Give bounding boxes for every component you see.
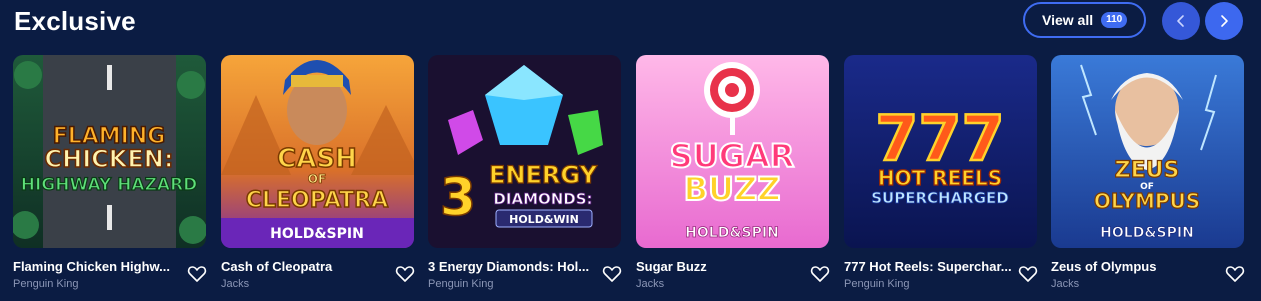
game-title[interactable]: Flaming Chicken Highw... xyxy=(13,259,183,274)
game-thumbnail[interactable]: 3 ENERGY DIAMONDS: HOLD&WIN xyxy=(428,55,621,248)
art-line-3: CLEOPATRA xyxy=(246,188,388,213)
game-card-777-hot-reels[interactable]: 777 HOT REELS SUPERCHARGED 777 Hot Reels… xyxy=(844,55,1038,295)
game-card-3-energy-diamonds[interactable]: 3 ENERGY DIAMONDS: HOLD&WIN 3 Energy Dia… xyxy=(428,55,622,295)
art-line-1: ZEUS xyxy=(1115,158,1180,183)
game-card-zeus-of-olympus[interactable]: ZEUS OF OLYMPUS HOLD&SPIN Zeus of Olympu… xyxy=(1051,55,1245,295)
art-line-1: CASH xyxy=(277,144,357,174)
game-thumbnail[interactable]: 777 HOT REELS SUPERCHARGED xyxy=(844,55,1037,248)
art-line-3: DIAMONDS: xyxy=(493,190,592,208)
game-provider: Jacks xyxy=(221,278,250,290)
game-provider: Jacks xyxy=(1051,278,1080,290)
game-provider: Penguin King xyxy=(844,278,910,290)
art-line-2: CHICKEN: xyxy=(45,145,174,173)
art-badge: HOLD&SPIN xyxy=(270,226,364,242)
art-line-2: ENERGY xyxy=(489,161,598,189)
art-badge: HOLD&SPIN xyxy=(1100,225,1194,241)
view-all-label: View all xyxy=(1042,12,1094,28)
game-thumbnail[interactable]: ZEUS OF OLYMPUS HOLD&SPIN xyxy=(1051,55,1244,248)
art-line-1: 3 xyxy=(440,168,476,228)
art-line-2: BUZZ xyxy=(684,170,781,208)
chevron-right-icon xyxy=(1221,15,1228,27)
game-thumbnail[interactable]: FLAMING CHICKEN: HIGHWAY HAZARD xyxy=(13,55,206,248)
section-title: Exclusive xyxy=(14,6,136,36)
chevron-left-icon xyxy=(1177,15,1184,27)
game-provider: Penguin King xyxy=(428,278,494,290)
heart-icon[interactable] xyxy=(810,264,830,284)
game-card-cash-of-cleopatra[interactable]: CASH OF CLEOPATRA HOLD&SPIN Cash of Cleo… xyxy=(221,55,415,295)
heart-icon[interactable] xyxy=(1018,264,1038,284)
game-provider: Penguin King xyxy=(13,278,79,290)
game-title[interactable]: Cash of Cleopatra xyxy=(221,259,391,274)
games-carousel: FLAMING CHICKEN: HIGHWAY HAZARD Flaming … xyxy=(0,55,1261,301)
heart-icon[interactable] xyxy=(1225,264,1245,284)
game-title[interactable]: Zeus of Olympus xyxy=(1051,259,1221,274)
game-thumbnail[interactable]: SUGAR BUZZ HOLD&SPIN xyxy=(636,55,829,248)
heart-icon[interactable] xyxy=(602,264,622,284)
section-header: Exclusive View all 110 xyxy=(0,0,1261,46)
game-title[interactable]: 3 Energy Diamonds: Hol... xyxy=(428,259,598,274)
art-line-2: HOT REELS xyxy=(878,166,1002,190)
art-line-2: OF xyxy=(308,172,326,186)
game-card-sugar-buzz[interactable]: SUGAR BUZZ HOLD&SPIN Sugar Buzz Jacks xyxy=(636,55,830,295)
game-provider: Jacks xyxy=(636,278,665,290)
carousel-next-button[interactable] xyxy=(1205,2,1243,40)
game-title[interactable]: Sugar Buzz xyxy=(636,259,806,274)
art-line-3: HIGHWAY HAZARD xyxy=(21,175,198,195)
art-line-1: 777 xyxy=(875,102,1004,175)
art-badge: HOLD&SPIN xyxy=(685,225,779,241)
game-card-flaming-chicken[interactable]: FLAMING CHICKEN: HIGHWAY HAZARD Flaming … xyxy=(13,55,207,295)
heart-icon[interactable] xyxy=(187,264,207,284)
view-all-count-badge: 110 xyxy=(1101,12,1128,28)
carousel-prev-button[interactable] xyxy=(1162,2,1200,40)
game-title[interactable]: 777 Hot Reels: Superchar... xyxy=(844,259,1014,274)
art-badge: HOLD&WIN xyxy=(509,213,579,226)
game-thumbnail[interactable]: CASH OF CLEOPATRA HOLD&SPIN xyxy=(221,55,414,248)
view-all-button[interactable]: View all 110 xyxy=(1023,2,1146,38)
art-line-3: SUPERCHARGED xyxy=(871,189,1009,207)
heart-icon[interactable] xyxy=(395,264,415,284)
art-line-3: OLYMPUS xyxy=(1094,189,1200,213)
